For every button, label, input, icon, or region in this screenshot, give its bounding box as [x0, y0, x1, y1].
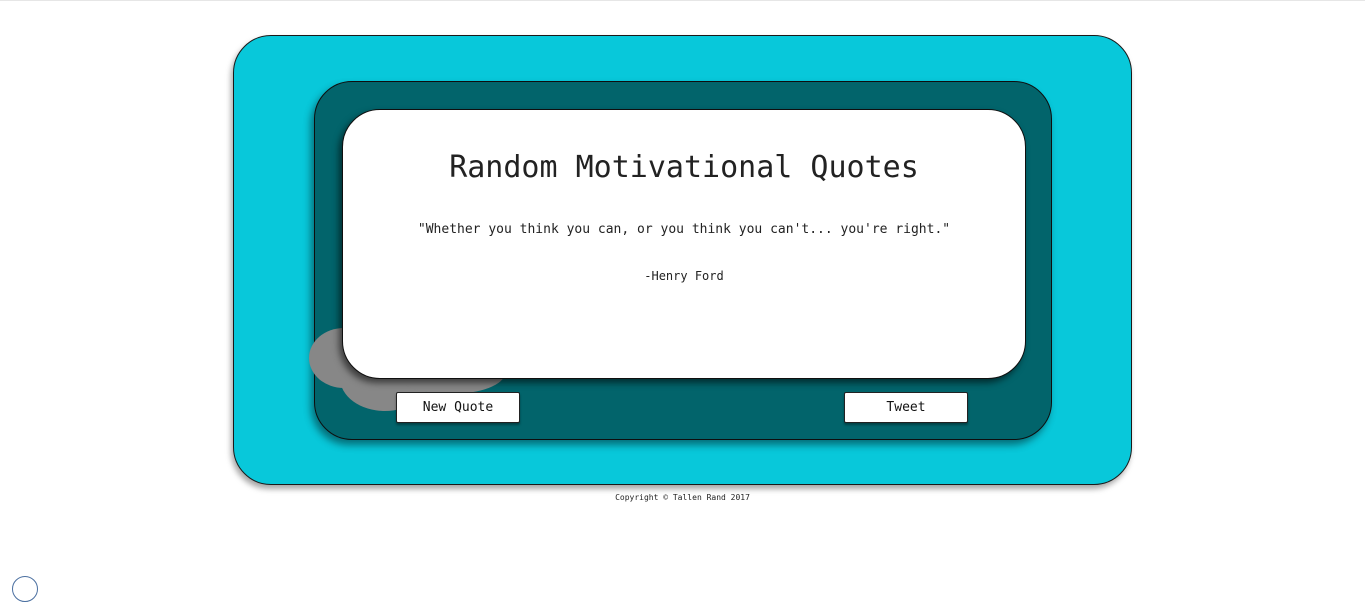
circle-icon	[12, 576, 38, 602]
tweet-button[interactable]: Tweet	[844, 392, 968, 423]
quote-author: -Henry Ford	[644, 269, 724, 283]
quote-card: Random Motivational Quotes "Whether you …	[342, 109, 1026, 379]
quote-text: "Whether you think you can, or you think…	[417, 222, 951, 237]
new-quote-button[interactable]: New Quote	[396, 392, 520, 423]
copyright-text: Copyright © Tallen Rand 2017	[615, 493, 750, 502]
page-title: Random Motivational Quotes	[449, 150, 919, 185]
top-divider	[0, 0, 1365, 1]
